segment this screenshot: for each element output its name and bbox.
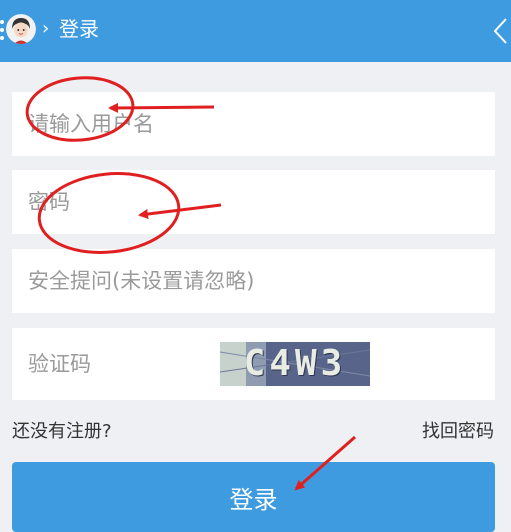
forgot-password-link[interactable]: 找回密码 xyxy=(422,420,494,444)
login-button[interactable]: 登录 xyxy=(12,462,495,532)
security-question-field-container xyxy=(12,249,495,313)
captcha-image[interactable]: C4W3 xyxy=(220,342,370,386)
captcha-field-container: C4W3 xyxy=(12,328,495,400)
username-input[interactable] xyxy=(28,92,468,156)
security-question-input[interactable] xyxy=(28,249,468,313)
captcha-input[interactable] xyxy=(28,328,208,400)
breadcrumb-separator: › xyxy=(42,18,50,39)
captcha-text: C4W3 xyxy=(243,343,347,384)
password-field-container xyxy=(12,170,495,234)
register-link[interactable]: 还没有注册? xyxy=(12,420,112,444)
chevron-left-icon[interactable] xyxy=(492,17,508,45)
user-avatar-icon[interactable] xyxy=(6,14,36,44)
page-title: 登录 xyxy=(59,17,99,41)
username-field-container xyxy=(12,92,495,156)
top-bar: › 登录 xyxy=(0,0,511,62)
login-button-label: 登录 xyxy=(229,486,278,514)
password-input[interactable] xyxy=(28,170,468,234)
